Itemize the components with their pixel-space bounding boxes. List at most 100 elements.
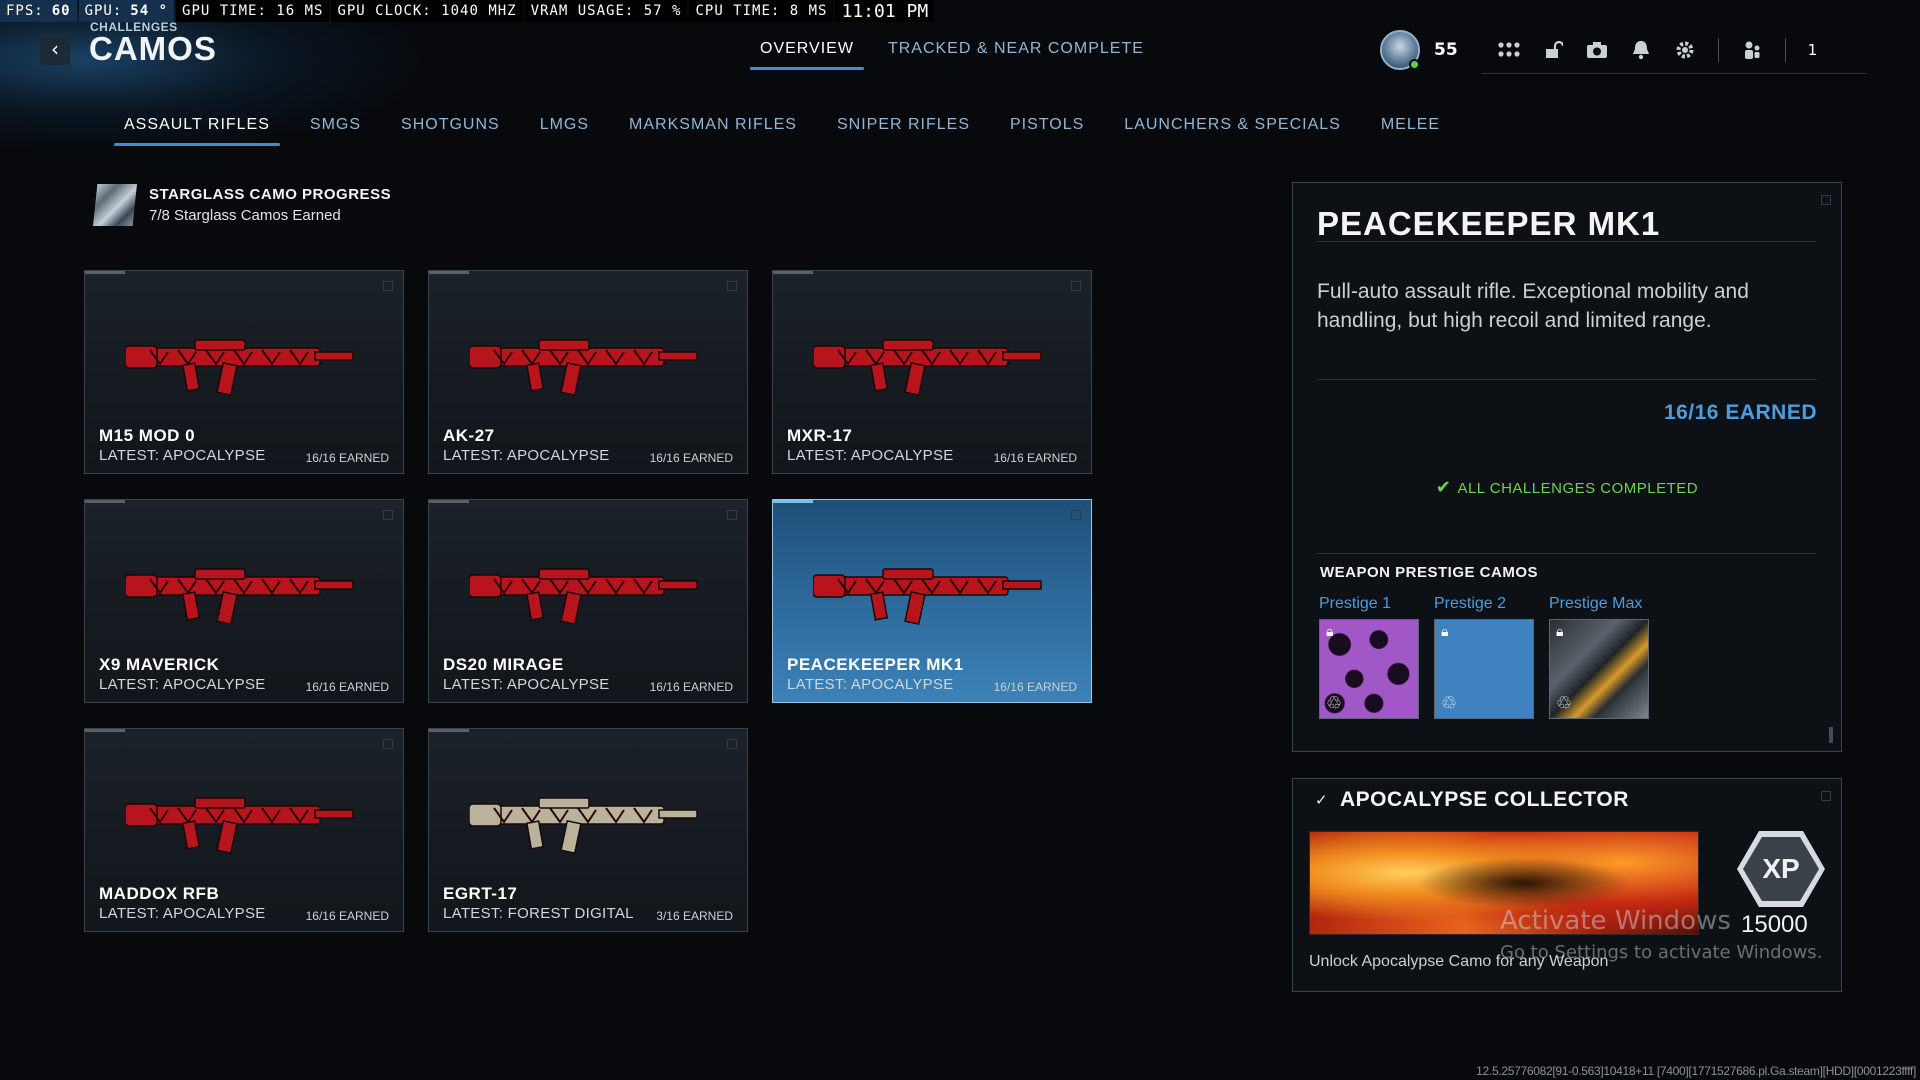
top-right-toolbar: 55 1: [1380, 26, 1868, 74]
player-avatar[interactable]: [1380, 30, 1420, 70]
prestige-camo-max[interactable]: Prestige Max 🔒︎ ♲: [1549, 595, 1649, 719]
starglass-camo-icon: [93, 184, 137, 226]
tab-smgs[interactable]: SMGS: [310, 116, 361, 144]
xp-badge-label: XP: [1743, 837, 1819, 901]
card-accent: [85, 500, 125, 503]
fps-readout: FPS: 60: [0, 0, 77, 22]
weapon-image: [813, 339, 1042, 397]
tab-melee[interactable]: MELEE: [1381, 116, 1440, 144]
weapon-card[interactable]: DS20 MIRAGE LATEST: APOCALYPSE 16/16 EAR…: [428, 499, 748, 703]
detail-weapon-name: PEACEKEEPER MK1: [1317, 205, 1661, 242]
apps-grid-icon[interactable]: [1492, 33, 1526, 67]
camo-earned-count: 16/16 EARNED: [305, 909, 389, 923]
party-icon[interactable]: [1735, 33, 1769, 67]
top-tab-bar: OVERVIEW TRACKED & NEAR COMPLETE: [750, 40, 1144, 70]
clock-readout: 11:01 PM: [835, 0, 935, 22]
prestige-max-swatch[interactable]: 🔒︎ ♲: [1549, 619, 1649, 719]
gpu-clock-readout: GPU CLOCK: 1040 MHZ: [331, 0, 523, 22]
page-title: CAMOS: [89, 30, 217, 67]
latest-camo: LATEST: APOCALYPSE: [443, 447, 610, 464]
card-corner-mark: [1071, 281, 1081, 291]
card-accent: [773, 271, 813, 274]
tab-lmgs[interactable]: LMGS: [540, 116, 589, 144]
online-status-dot: [1409, 59, 1420, 70]
weapon-image: [125, 568, 354, 626]
prestige-label: Prestige 1: [1319, 595, 1392, 612]
latest-camo: LATEST: FOREST DIGITAL: [443, 905, 634, 922]
weapon-image: [469, 339, 698, 397]
tab-marksman-rifles[interactable]: MARKSMAN RIFLES: [629, 116, 797, 144]
collector-title: APOCALYPSE COLLECTOR: [1340, 788, 1629, 811]
tab-sniper-rifles[interactable]: SNIPER RIFLES: [837, 116, 970, 144]
camo-earned-count: 16/16 EARNED: [993, 451, 1077, 465]
prestige-cycle-icon: ♲: [1556, 693, 1573, 714]
weapon-name: MADDOX RFB: [99, 884, 220, 903]
chevron-left-icon: ‹: [51, 37, 59, 61]
weapon-name: X9 MAVERICK: [99, 655, 220, 674]
card-corner-mark: [383, 510, 393, 520]
card-accent: [773, 500, 813, 503]
windows-activation-watermark: Activate Windows Go to Settings to activ…: [1500, 906, 1822, 963]
weapon-category-tabs: ASSAULT RIFLES SMGS SHOTGUNS LMGS MARKSM…: [114, 116, 1440, 146]
latest-camo: LATEST: APOCALYPSE: [787, 676, 954, 693]
checkmark-icon: ✓: [1315, 791, 1328, 809]
weapon-name: DS20 MIRAGE: [443, 655, 564, 674]
camo-earned-count: 16/16 EARNED: [993, 680, 1077, 694]
gpu-temp-readout: GPU: 54 °: [78, 0, 175, 22]
prestige-camo-1[interactable]: Prestige 1 🔒︎ ♲: [1319, 595, 1419, 719]
latest-camo: LATEST: APOCALYPSE: [99, 676, 266, 693]
prestige-camo-2[interactable]: Prestige 2 🔒︎ ♲: [1434, 595, 1534, 719]
quick-icons: 1: [1481, 27, 1868, 74]
weapon-card-selected[interactable]: PEACEKEEPER MK1 LATEST: APOCALYPSE 16/16…: [772, 499, 1092, 703]
watermark-line-1: Activate Windows: [1500, 906, 1731, 936]
watermark-line-2: Go to Settings to activate Windows.: [1500, 942, 1823, 963]
tab-assault-rifles[interactable]: ASSAULT RIFLES: [114, 116, 280, 146]
toolbar-divider: [1717, 37, 1719, 62]
lock-icon: 🔒︎: [1556, 624, 1564, 640]
party-count: 1: [1807, 40, 1818, 59]
xp-badge-icon: XP: [1737, 831, 1825, 907]
performance-overlay: FPS: 60 GPU: 54 ° GPU TIME: 16 MS GPU CLOC…: [0, 0, 936, 22]
scroll-indicator[interactable]: [1829, 727, 1833, 743]
weapon-image: [813, 568, 1042, 626]
latest-camo: LATEST: APOCALYPSE: [443, 676, 610, 693]
camera-icon[interactable]: [1580, 33, 1614, 67]
prestige-label: Prestige Max: [1549, 595, 1643, 612]
camo-earned-count: 3/16 EARNED: [656, 909, 733, 923]
latest-camo: LATEST: APOCALYPSE: [99, 447, 266, 464]
tab-tracked-near-complete[interactable]: TRACKED & NEAR COMPLETE: [888, 40, 1144, 66]
cpu-time-readout: CPU TIME: 8 MS: [689, 0, 834, 22]
tab-launchers-specials[interactable]: LAUNCHERS & SPECIALS: [1124, 116, 1341, 144]
weapon-card[interactable]: EGRT-17 LATEST: FOREST DIGITAL 3/16 EARN…: [428, 728, 748, 932]
starglass-count: 7/8 Starglass Camos Earned: [149, 207, 341, 224]
card-accent: [429, 500, 469, 503]
card-accent: [429, 271, 469, 274]
detail-earned-count: 16/16 EARNED: [1663, 401, 1817, 424]
unlock-icon[interactable]: [1536, 33, 1570, 67]
tab-shotguns[interactable]: SHOTGUNS: [401, 116, 500, 144]
card-corner-mark: [383, 739, 393, 749]
prestige-2-swatch[interactable]: 🔒︎ ♲: [1434, 619, 1534, 719]
starglass-title: STARGLASS CAMO PROGRESS: [149, 186, 392, 203]
weapon-card[interactable]: M15 MOD 0 LATEST: APOCALYPSE 16/16 EARNE…: [84, 270, 404, 474]
panel-corner-mark: [1821, 791, 1831, 801]
prestige-1-swatch[interactable]: 🔒︎ ♲: [1319, 619, 1419, 719]
camo-earned-count: 16/16 EARNED: [649, 680, 733, 694]
bell-icon[interactable]: [1624, 33, 1658, 67]
weapon-card[interactable]: MADDOX RFB LATEST: APOCALYPSE 16/16 EARN…: [84, 728, 404, 932]
gear-icon[interactable]: [1668, 33, 1702, 67]
back-button[interactable]: ‹: [40, 33, 70, 65]
tab-pistols[interactable]: PISTOLS: [1010, 116, 1084, 144]
prestige-label: Prestige 2: [1434, 595, 1507, 612]
latest-camo: LATEST: APOCALYPSE: [787, 447, 954, 464]
weapon-card[interactable]: MXR-17 LATEST: APOCALYPSE 16/16 EARNED: [772, 270, 1092, 474]
tab-overview[interactable]: OVERVIEW: [750, 40, 864, 70]
weapon-card[interactable]: X9 MAVERICK LATEST: APOCALYPSE 16/16 EAR…: [84, 499, 404, 703]
weapon-card[interactable]: AK-27 LATEST: APOCALYPSE 16/16 EARNED: [428, 270, 748, 474]
build-version-string: 12.5.25776082[91-0.563]10418+11 [7400][1…: [1476, 1064, 1916, 1078]
divider: [1317, 553, 1817, 554]
challenges-complete-status: ✔ ALL CHALLENGES COMPLETED: [1293, 477, 1841, 498]
lock-icon: 🔒︎: [1441, 624, 1449, 640]
camo-earned-count: 16/16 EARNED: [305, 451, 389, 465]
complete-label: ALL CHALLENGES COMPLETED: [1457, 480, 1699, 497]
